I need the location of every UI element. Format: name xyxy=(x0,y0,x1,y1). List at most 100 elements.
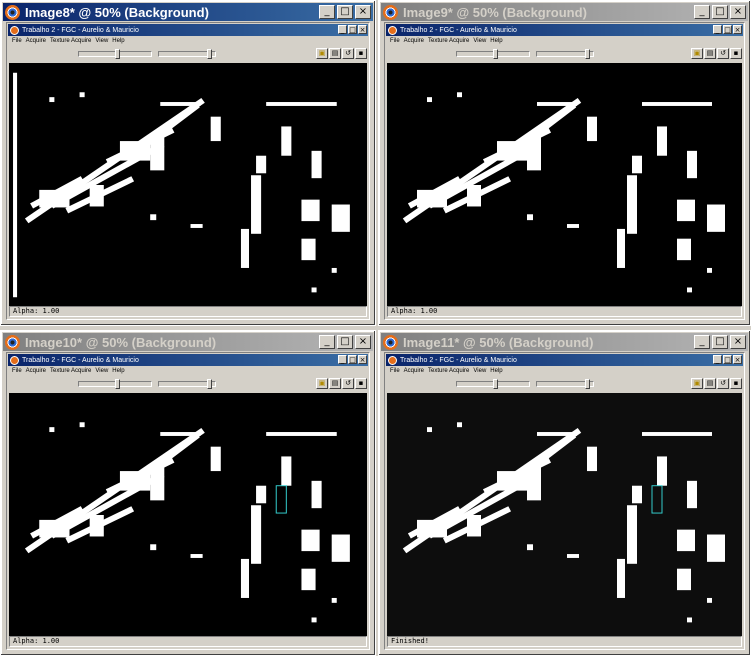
window-titlebar[interactable]: Image9* @ 50% (Background) _ □ × xyxy=(381,3,748,21)
app-eye-icon xyxy=(383,4,398,20)
app-close-button[interactable]: × xyxy=(358,25,367,34)
window-titlebar[interactable]: Image10* @ 50% (Background) _ □ × xyxy=(3,333,373,351)
undo-icon[interactable]: ↺ xyxy=(717,48,729,59)
maximize-button[interactable]: □ xyxy=(337,335,353,349)
close-button[interactable]: × xyxy=(355,5,371,19)
menu-file[interactable]: File xyxy=(12,38,22,44)
menu-acquire[interactable]: Acquire xyxy=(404,368,424,374)
slider-right-thumb[interactable] xyxy=(207,379,212,389)
open-folder-icon[interactable]: ▣ xyxy=(691,48,703,59)
slider-left-thumb[interactable] xyxy=(493,49,498,59)
app-titlebar[interactable]: Trabalho 2 - FGC - Aurelio & Mauricio _ □ × xyxy=(8,24,368,36)
slider-right[interactable] xyxy=(536,49,594,59)
maximize-button[interactable]: □ xyxy=(712,5,728,19)
slider-left-thumb[interactable] xyxy=(115,49,120,59)
app-titlebar[interactable]: Trabalho 2 - FGC - Aurelio & Mauricio _ □ × xyxy=(386,24,743,36)
slider-right-thumb[interactable] xyxy=(585,379,590,389)
slider-right[interactable] xyxy=(536,379,594,389)
menu-view[interactable]: View xyxy=(473,38,486,44)
maximize-button[interactable]: □ xyxy=(712,335,728,349)
app-minimize-button[interactable]: _ xyxy=(338,355,347,364)
image-blob xyxy=(331,267,337,273)
save-icon[interactable]: ▤ xyxy=(329,48,341,59)
minimize-button[interactable]: _ xyxy=(694,335,710,349)
menu-texture[interactable]: Texture Acquire xyxy=(428,38,469,44)
image-canvas[interactable] xyxy=(9,393,367,637)
slider-left[interactable] xyxy=(456,379,530,389)
app-close-button[interactable]: × xyxy=(733,25,742,34)
app-titlebar[interactable]: Trabalho 2 - FGC - Aurelio & Mauricio _ □ × xyxy=(386,354,743,366)
maximize-button[interactable]: □ xyxy=(337,5,353,19)
window-titlebar[interactable]: Image8* @ 50% (Background) _ □ × xyxy=(3,3,373,21)
disk-icon[interactable]: ▪ xyxy=(730,48,742,59)
slider-left-thumb[interactable] xyxy=(115,379,120,389)
menu-view[interactable]: View xyxy=(95,368,108,374)
save-icon[interactable]: ▤ xyxy=(329,378,341,389)
undo-icon[interactable]: ↺ xyxy=(717,378,729,389)
window-titlebar[interactable]: Image11* @ 50% (Background) _ □ × xyxy=(381,333,748,351)
close-button[interactable]: × xyxy=(355,335,371,349)
close-button[interactable]: × xyxy=(730,335,746,349)
image-canvas[interactable] xyxy=(387,63,742,307)
slider-left[interactable] xyxy=(78,49,152,59)
menu-view[interactable]: View xyxy=(473,368,486,374)
image-blob xyxy=(256,155,267,174)
menu-view[interactable]: View xyxy=(95,38,108,44)
menu-texture[interactable]: Texture Acquire xyxy=(428,368,469,374)
menu-help[interactable]: Help xyxy=(112,368,124,374)
menu-help[interactable]: Help xyxy=(490,368,502,374)
save-icon[interactable]: ▤ xyxy=(704,48,716,59)
slider-left[interactable] xyxy=(78,379,152,389)
undo-icon[interactable]: ↺ xyxy=(342,48,354,59)
app-eye-icon xyxy=(5,4,20,20)
menu-file[interactable]: File xyxy=(390,38,400,44)
app-minimize-button[interactable]: _ xyxy=(713,25,722,34)
disk-icon[interactable]: ▪ xyxy=(730,378,742,389)
document-window-w1[interactable]: Image8* @ 50% (Background) _ □ × Trabalho 2 … xyxy=(0,0,376,326)
image-blob xyxy=(160,432,201,436)
save-icon[interactable]: ▤ xyxy=(704,378,716,389)
disk-icon[interactable]: ▪ xyxy=(355,378,367,389)
disk-icon[interactable]: ▪ xyxy=(355,48,367,59)
app-minimize-button[interactable]: _ xyxy=(713,355,722,364)
slider-right[interactable] xyxy=(158,379,216,389)
app-close-button[interactable]: × xyxy=(733,355,742,364)
app-maximize-button[interactable]: □ xyxy=(348,25,357,34)
slider-right-thumb[interactable] xyxy=(585,49,590,59)
minimize-button[interactable]: _ xyxy=(694,5,710,19)
image-blob xyxy=(417,519,447,538)
open-folder-icon[interactable]: ▣ xyxy=(316,48,328,59)
open-folder-icon[interactable]: ▣ xyxy=(691,378,703,389)
menu-file[interactable]: File xyxy=(12,368,22,374)
menu-help[interactable]: Help xyxy=(112,38,124,44)
image-blob xyxy=(331,597,337,603)
app-caption-buttons: _ □ × xyxy=(712,355,742,364)
slider-left-thumb[interactable] xyxy=(493,379,498,389)
menu-acquire[interactable]: Acquire xyxy=(404,38,424,44)
menu-acquire[interactable]: Acquire xyxy=(26,38,46,44)
slider-right-thumb[interactable] xyxy=(207,49,212,59)
slider-right[interactable] xyxy=(158,49,216,59)
app-maximize-button[interactable]: □ xyxy=(723,355,732,364)
minimize-button[interactable]: _ xyxy=(319,5,335,19)
app-maximize-button[interactable]: □ xyxy=(348,355,357,364)
app-close-button[interactable]: × xyxy=(358,355,367,364)
undo-icon[interactable]: ↺ xyxy=(342,378,354,389)
document-window-w2[interactable]: Image9* @ 50% (Background) _ □ × Trabalho 2 … xyxy=(378,0,751,326)
app-titlebar[interactable]: Trabalho 2 - FGC - Aurelio & Mauricio _ □ × xyxy=(8,354,368,366)
document-window-w3[interactable]: Image10* @ 50% (Background) _ □ × Trabalho 2… xyxy=(0,330,376,656)
menu-texture[interactable]: Texture Acquire xyxy=(50,38,91,44)
app-minimize-button[interactable]: _ xyxy=(338,25,347,34)
open-folder-icon[interactable]: ▣ xyxy=(316,378,328,389)
image-canvas[interactable] xyxy=(9,63,367,307)
menu-file[interactable]: File xyxy=(390,368,400,374)
image-canvas[interactable] xyxy=(387,393,742,637)
menu-acquire[interactable]: Acquire xyxy=(26,368,46,374)
minimize-button[interactable]: _ xyxy=(319,335,335,349)
slider-left[interactable] xyxy=(456,49,530,59)
menu-texture[interactable]: Texture Acquire xyxy=(50,368,91,374)
close-button[interactable]: × xyxy=(730,5,746,19)
menu-help[interactable]: Help xyxy=(490,38,502,44)
document-window-w4[interactable]: Image11* @ 50% (Background) _ □ × Trabalho 2… xyxy=(378,330,751,656)
app-maximize-button[interactable]: □ xyxy=(723,25,732,34)
